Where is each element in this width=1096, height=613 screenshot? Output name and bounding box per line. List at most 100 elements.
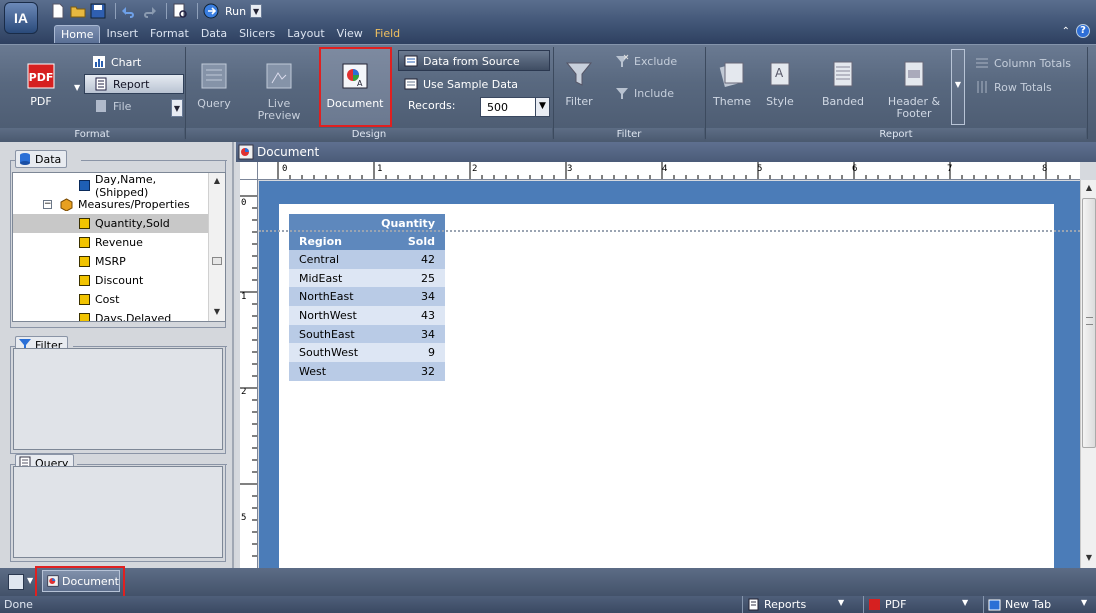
- tree-scrollbar[interactable]: ▲ ▼: [208, 173, 225, 321]
- column-header-region[interactable]: Region: [289, 232, 370, 250]
- style-button[interactable]: A Style: [762, 59, 798, 108]
- scroll-up-arrow[interactable]: ▲: [209, 173, 225, 189]
- query-button[interactable]: Query: [192, 61, 236, 110]
- data-section-header[interactable]: Data: [15, 150, 68, 168]
- tab-data[interactable]: Data: [195, 25, 233, 43]
- table-row[interactable]: SouthWest 9: [289, 343, 445, 363]
- print-preview-icon[interactable]: [172, 3, 188, 19]
- filter-drop-area[interactable]: [13, 348, 223, 450]
- filter-button[interactable]: Filter: [562, 59, 596, 108]
- row-totals-icon: [977, 81, 987, 93]
- exclude-button[interactable]: Exclude: [615, 51, 677, 71]
- table-row[interactable]: NorthWest 43: [289, 306, 445, 325]
- open-folder-icon[interactable]: [70, 3, 86, 19]
- reports-dropdown-arrow[interactable]: ▼: [838, 598, 844, 607]
- table-row[interactable]: West 32: [289, 362, 445, 381]
- window-controls: ⌃ ?: [1062, 24, 1090, 38]
- include-button[interactable]: Include: [615, 83, 674, 103]
- live-preview-icon: [266, 63, 292, 89]
- app-logo[interactable]: IA: [4, 2, 38, 34]
- run-button[interactable]: Run: [225, 5, 246, 18]
- scroll-grip[interactable]: [212, 257, 222, 265]
- measure-field-icon: [79, 256, 90, 267]
- run-icon[interactable]: [203, 3, 219, 19]
- query-drop-area[interactable]: [13, 466, 223, 558]
- cell-sold: 34: [369, 324, 445, 344]
- page-header-boundary[interactable]: [259, 230, 1080, 232]
- tree-item-revenue[interactable]: Revenue: [13, 233, 209, 252]
- undo-icon[interactable]: [121, 3, 137, 19]
- scroll-thumb[interactable]: [1082, 198, 1096, 448]
- table-row[interactable]: Central 42: [289, 250, 445, 269]
- tree-item-day-name-shipped[interactable]: Day,Name,(Shipped): [13, 173, 209, 199]
- ruler-label: 5: [757, 164, 763, 174]
- table-row[interactable]: SouthEast 34: [289, 324, 445, 344]
- tree-item-cost[interactable]: Cost: [13, 290, 209, 309]
- chart-button[interactable]: Chart: [92, 52, 141, 72]
- document-page[interactable]: Quantity Region Sold Central 42 MidEast 25…: [279, 204, 1054, 568]
- tab-view[interactable]: View: [331, 25, 369, 43]
- column-totals-button[interactable]: Column Totals: [975, 53, 1071, 73]
- output-format-dropdown-arrow[interactable]: ▼: [962, 598, 968, 607]
- cell-sold: 43: [369, 306, 445, 325]
- new-tab-dropdown-arrow[interactable]: ▼: [1081, 598, 1087, 607]
- fieldset-border: [77, 464, 227, 465]
- tab-slicers[interactable]: Slicers: [233, 25, 281, 43]
- table-row[interactable]: MidEast 25: [289, 268, 445, 288]
- tree-item-measures-properties[interactable]: − Measures/Properties: [13, 195, 209, 214]
- report-gallery-more-button[interactable]: ▼: [951, 49, 965, 125]
- file-button[interactable]: File: [94, 96, 131, 116]
- scroll-down-arrow[interactable]: ▼: [209, 304, 225, 320]
- pdf-button[interactable]: PDF PDF: [24, 63, 58, 108]
- use-sample-data-button[interactable]: Use Sample Data: [404, 74, 518, 94]
- dimension-field-icon: [79, 180, 90, 191]
- header-footer-button[interactable]: Header & Footer: [886, 59, 942, 120]
- data-tree[interactable]: Day,Name,(Shipped) − Measures/Properties…: [12, 172, 226, 322]
- column-header-sold[interactable]: Sold: [369, 232, 445, 250]
- scroll-down-arrow[interactable]: ▼: [1081, 550, 1096, 566]
- live-preview-button[interactable]: Live Preview: [256, 61, 302, 122]
- run-dropdown-arrow[interactable]: ▼: [250, 4, 263, 18]
- pdf-dropdown-arrow[interactable]: ▼: [74, 83, 80, 92]
- window-list-dropdown-arrow[interactable]: ▼: [27, 576, 33, 585]
- banded-button[interactable]: Banded: [822, 59, 864, 108]
- new-tab-dropdown[interactable]: New Tab: [983, 596, 1096, 613]
- ruler-label: 7: [947, 164, 953, 174]
- group-separator: [705, 47, 706, 139]
- tree-item-days-delayed[interactable]: Days,Delayed: [13, 309, 209, 321]
- group-label-filter: Filter: [554, 128, 704, 142]
- tab-home[interactable]: Home: [54, 25, 101, 43]
- fieldset-border: [73, 346, 227, 347]
- tab-format[interactable]: Format: [144, 25, 195, 43]
- output-format-dropdown[interactable]: PDF: [863, 596, 973, 613]
- collapse-icon[interactable]: −: [43, 200, 52, 209]
- tree-item-quantity-sold[interactable]: Quantity,Sold: [13, 214, 209, 233]
- tab-layout[interactable]: Layout: [281, 25, 330, 43]
- measure-field-icon: [79, 237, 90, 248]
- records-input[interactable]: 500 ▼: [480, 97, 550, 117]
- help-icon[interactable]: ?: [1076, 24, 1090, 38]
- new-icon[interactable]: [50, 3, 66, 19]
- document-scrollbar[interactable]: ▲ ▼: [1080, 180, 1096, 568]
- window-taskbar: ▼ Document: [0, 568, 1096, 596]
- toolbar-separator: [115, 3, 116, 19]
- theme-button[interactable]: Theme: [712, 59, 752, 108]
- tree-item-msrp[interactable]: MSRP: [13, 252, 209, 271]
- row-totals-button[interactable]: Row Totals: [975, 77, 1052, 97]
- save-icon[interactable]: [90, 3, 106, 19]
- window-list-icon[interactable]: [8, 574, 24, 590]
- records-dropdown-arrow[interactable]: ▼: [535, 98, 549, 116]
- document-button[interactable]: A Document: [322, 61, 388, 110]
- include-button-label: Include: [634, 86, 675, 100]
- collapse-ribbon-icon[interactable]: ⌃: [1062, 26, 1070, 37]
- table-row[interactable]: NorthEast 34: [289, 287, 445, 307]
- report-table[interactable]: Quantity Region Sold Central 42 MidEast 25…: [289, 214, 445, 381]
- file-dropdown-arrow[interactable]: ▼: [171, 99, 183, 117]
- scroll-up-arrow[interactable]: ▲: [1081, 180, 1096, 196]
- tab-field[interactable]: Field: [369, 25, 406, 43]
- tab-insert[interactable]: Insert: [100, 25, 144, 43]
- redo-icon[interactable]: [141, 3, 157, 19]
- query-icon: [201, 63, 227, 89]
- document-canvas[interactable]: Quantity Region Sold Central 42 MidEast 25…: [259, 181, 1080, 568]
- tree-item-discount[interactable]: Discount: [13, 271, 209, 290]
